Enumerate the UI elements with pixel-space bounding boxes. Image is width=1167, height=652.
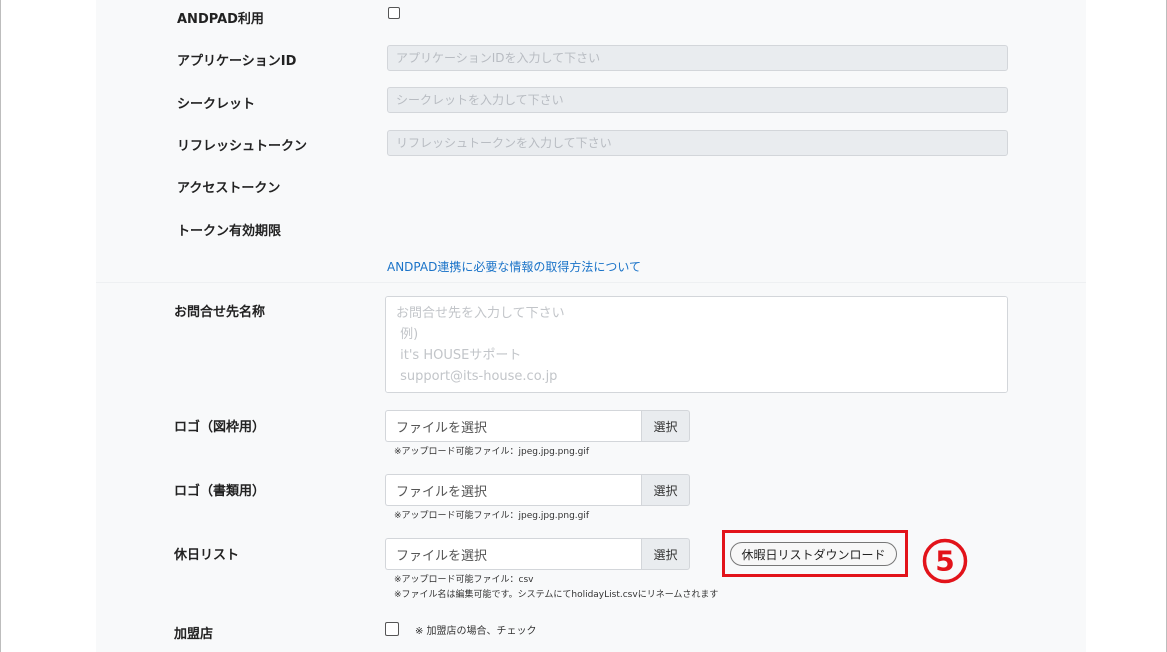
- andpad-use-checkbox[interactable]: [388, 7, 400, 19]
- franchise-label: 加盟店: [174, 627, 214, 642]
- holiday-list-select-button[interactable]: 選択: [641, 538, 690, 570]
- logo-frame-label: ロゴ（図枠用）: [174, 420, 266, 435]
- section-divider: [96, 282, 1086, 283]
- access-token-label: アクセストークン: [177, 181, 281, 196]
- refresh-token-label: リフレッシュトークン: [177, 139, 308, 154]
- logo-docs-select-button[interactable]: 選択: [641, 474, 690, 506]
- franchise-note: ※ 加盟店の場合、チェック: [415, 626, 537, 637]
- holiday-list-note-filetypes: ※アップロード可能ファイル：csv: [394, 575, 534, 585]
- franchise-checkbox[interactable]: [385, 622, 399, 636]
- andpad-use-label: ANDPAD利用: [177, 12, 264, 27]
- andpad-info-link[interactable]: ANDPAD連携に必要な情報の取得方法について: [387, 258, 641, 275]
- circled-number-icon: 5: [922, 538, 968, 584]
- holiday-list-label: 休日リスト: [174, 548, 240, 563]
- holiday-list-note-rename: ※ファイル名は編集可能です。システムにてholidayList.csvにリネーム…: [394, 590, 719, 600]
- application-id-input[interactable]: [387, 45, 1008, 71]
- logo-frame-file-input: ファイルを選択 選択: [385, 410, 690, 442]
- holiday-list-file-field[interactable]: ファイルを選択: [385, 538, 641, 570]
- secret-label: シークレット: [177, 97, 256, 112]
- step-number-text: 5: [935, 545, 954, 578]
- logo-docs-label: ロゴ（書類用）: [174, 484, 266, 499]
- window-border-left: [0, 0, 1, 652]
- step-number-badge: 5: [920, 536, 970, 586]
- token-expiry-label: トークン有効期限: [177, 224, 282, 239]
- logo-frame-select-button[interactable]: 選択: [641, 410, 690, 442]
- logo-docs-note: ※アップロード可能ファイル：jpeg.jpg.png.gif: [394, 511, 590, 521]
- refresh-token-input[interactable]: [387, 130, 1008, 156]
- logo-frame-note: ※アップロード可能ファイル：jpeg.jpg.png.gif: [394, 447, 590, 457]
- holiday-list-file-input: ファイルを選択 選択: [385, 538, 690, 570]
- application-id-label: アプリケーションID: [177, 54, 297, 69]
- logo-docs-file-field[interactable]: ファイルを選択: [385, 474, 641, 506]
- secret-input[interactable]: [387, 87, 1008, 113]
- contact-name-label: お問合せ先名称: [174, 305, 266, 320]
- contact-name-textarea[interactable]: [385, 296, 1008, 393]
- logo-frame-file-field[interactable]: ファイルを選択: [385, 410, 641, 442]
- logo-docs-file-input: ファイルを選択 選択: [385, 474, 690, 506]
- holiday-list-download-button[interactable]: 休暇日リストダウンロード: [730, 542, 897, 566]
